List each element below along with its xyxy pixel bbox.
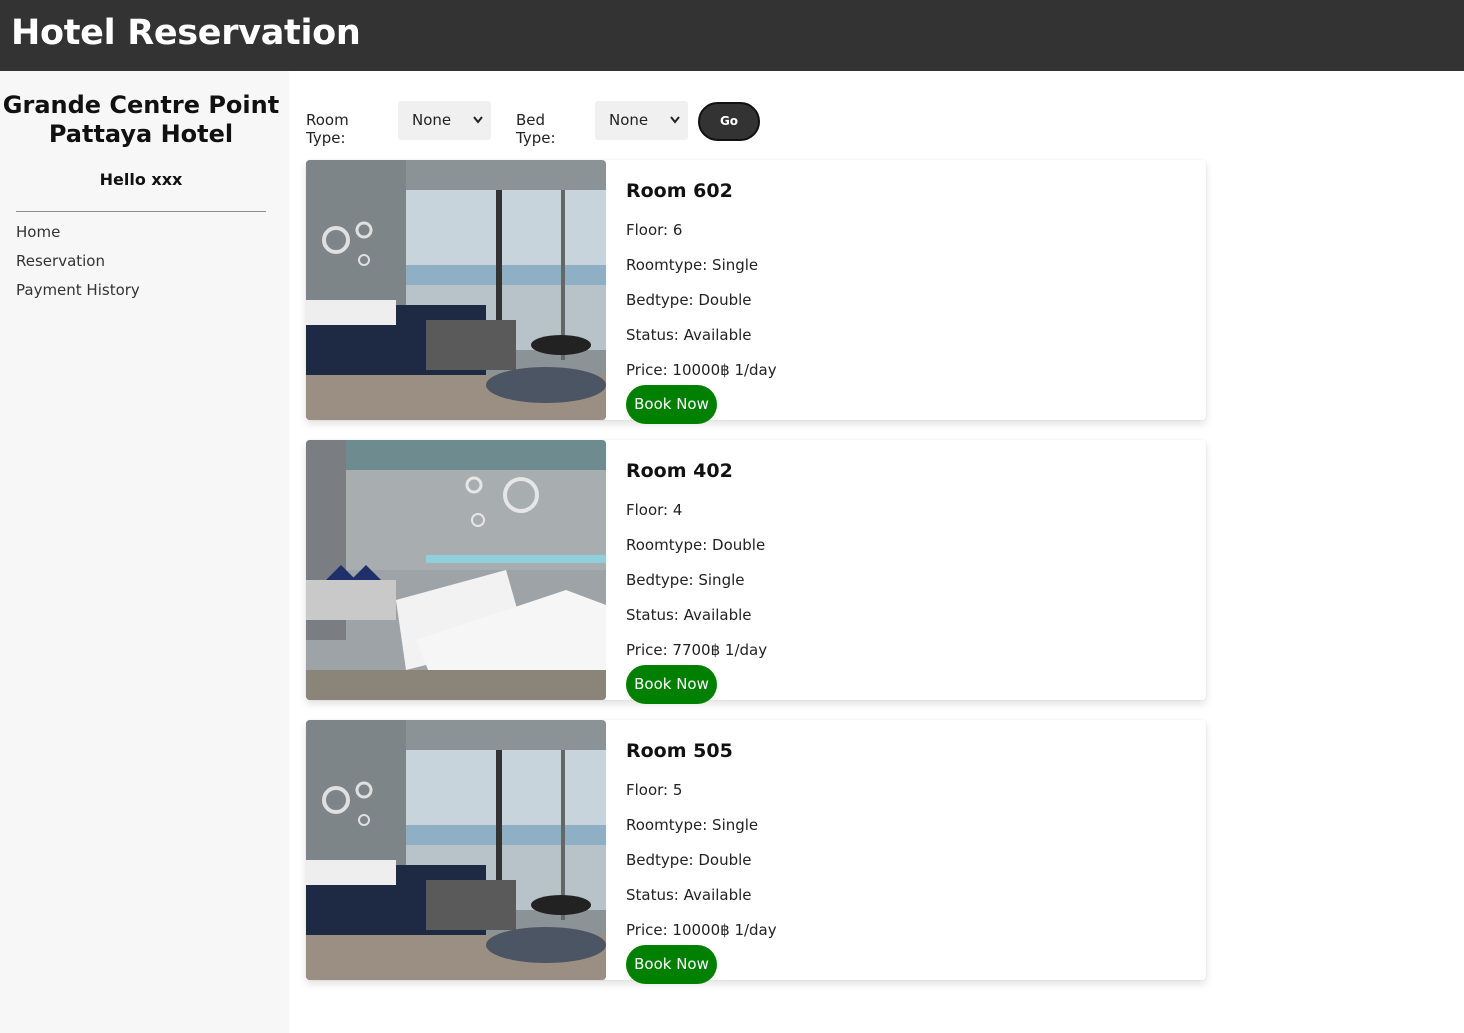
room-floor: Floor: 4 bbox=[626, 501, 683, 519]
room-title: Room 402 bbox=[626, 460, 733, 482]
greeting: Hello xxx bbox=[99, 170, 183, 189]
app-title: Hotel Reservation bbox=[11, 13, 361, 53]
bed-type-value: None bbox=[609, 111, 649, 129]
app-header: Hotel Reservation bbox=[0, 0, 1464, 71]
book-now-button[interactable]: Book Now bbox=[626, 385, 717, 424]
sidebar: Grande Centre Point Pattaya Hotel Hello … bbox=[0, 71, 289, 1033]
chevron-down-icon bbox=[473, 116, 483, 124]
book-now-button[interactable]: Book Now bbox=[626, 945, 717, 984]
room-title: Room 602 bbox=[626, 180, 733, 202]
room-price: Price: 10000฿ 1/day bbox=[626, 361, 777, 379]
room-type-select[interactable]: None bbox=[398, 101, 491, 140]
hotel-name-line2: Pattaya Hotel bbox=[48, 120, 234, 148]
nav-link-home[interactable]: Home bbox=[16, 223, 60, 241]
room-roomtype: Roomtype: Single bbox=[626, 816, 759, 834]
room-floor: Floor: 6 bbox=[626, 221, 683, 239]
room-floor: Floor: 5 bbox=[626, 781, 683, 799]
room-bedtype: Bedtype: Single bbox=[626, 571, 745, 589]
room-card: Room 505 Floor: 5 Roomtype: Single Bedty… bbox=[306, 720, 1206, 984]
room-title: Room 505 bbox=[626, 740, 733, 762]
bed-type-select[interactable]: None bbox=[595, 101, 688, 140]
bed-type-label: Bed Type: bbox=[516, 111, 556, 147]
room-type-label: Room Type: bbox=[306, 111, 349, 147]
room-type-value: None bbox=[412, 111, 452, 129]
hotel-name-line1: Grande Centre Point bbox=[2, 91, 280, 119]
room-photo bbox=[306, 160, 606, 420]
room-roomtype: Roomtype: Double bbox=[626, 536, 766, 554]
room-photo bbox=[306, 720, 606, 980]
room-status: Status: Available bbox=[626, 326, 752, 344]
nav-link-reservation[interactable]: Reservation bbox=[16, 252, 105, 270]
room-card: Room 402 Floor: 4 Roomtype: Double Bedty… bbox=[306, 440, 1206, 704]
book-now-button[interactable]: Book Now bbox=[626, 665, 717, 704]
room-roomtype: Roomtype: Single bbox=[626, 256, 759, 274]
room-bedtype: Bedtype: Double bbox=[626, 851, 752, 869]
go-button[interactable]: Go bbox=[698, 102, 760, 141]
room-card: Room 602 Floor: 6 Roomtype: Single Bedty… bbox=[306, 160, 1206, 424]
room-photo bbox=[306, 440, 606, 700]
room-price: Price: 10000฿ 1/day bbox=[626, 921, 777, 939]
sidebar-divider bbox=[16, 211, 266, 212]
room-price: Price: 7700฿ 1/day bbox=[626, 641, 768, 659]
hotel-name: Grande Centre Point Pattaya Hotel bbox=[0, 91, 282, 149]
room-bedtype: Bedtype: Double bbox=[626, 291, 752, 309]
chevron-down-icon bbox=[670, 116, 680, 124]
nav-link-payment-history[interactable]: Payment History bbox=[16, 281, 140, 299]
room-status: Status: Available bbox=[626, 886, 752, 904]
room-status: Status: Available bbox=[626, 606, 752, 624]
